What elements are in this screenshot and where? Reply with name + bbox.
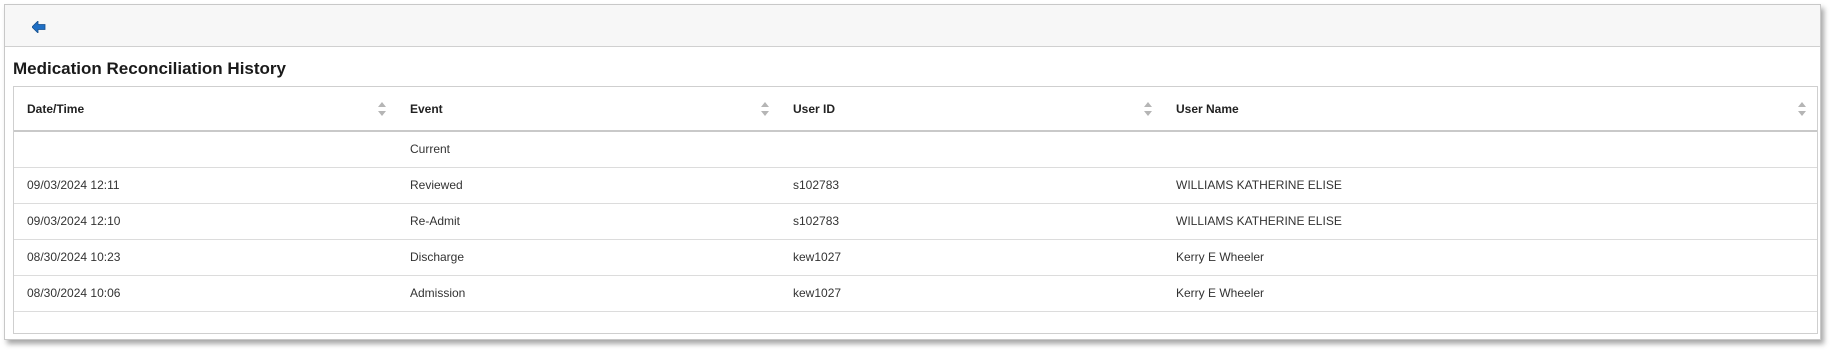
cell-user-name: Kerry E Wheeler (1163, 275, 1817, 312)
cell-user-name: WILLIAMS KATHERINE ELISE (1163, 167, 1817, 204)
cell-user-name: Kerry E Wheeler (1163, 239, 1817, 276)
cell-user-id: s102783 (780, 167, 1163, 204)
sort-icon[interactable] (1143, 101, 1153, 117)
column-header-event[interactable]: Event (397, 87, 780, 132)
back-button[interactable] (27, 17, 51, 37)
cell-datetime: 08/30/2024 10:06 (14, 275, 397, 312)
table-header-row: Date/Time Event User ID User Name (14, 87, 1817, 132)
table-row[interactable]: 09/03/2024 12:10 Re-Admit s102783 WILLIA… (14, 203, 1817, 240)
toolbar (5, 5, 1820, 47)
column-header-user-name[interactable]: User Name (1163, 87, 1817, 132)
column-header-label: Event (410, 101, 443, 116)
cell-user-name (1163, 131, 1817, 168)
table-row[interactable]: Current (14, 131, 1817, 168)
cell-datetime: 09/03/2024 12:11 (14, 167, 397, 204)
table-row[interactable]: 09/03/2024 12:11 Reviewed s102783 WILLIA… (14, 167, 1817, 204)
column-header-label: User ID (793, 101, 836, 116)
table-row[interactable]: 08/30/2024 10:06 Admission kew1027 Kerry… (14, 275, 1817, 312)
sort-icon[interactable] (377, 101, 387, 117)
cell-event: Reviewed (397, 167, 780, 204)
column-header-datetime[interactable]: Date/Time (14, 87, 397, 132)
sort-icon[interactable] (1797, 101, 1807, 117)
cell-user-id: kew1027 (780, 275, 1163, 312)
cell-user-name: WILLIAMS KATHERINE ELISE (1163, 203, 1817, 240)
column-header-label: User Name (1176, 101, 1239, 116)
cell-datetime: 09/03/2024 12:10 (14, 203, 397, 240)
page-title: Medication Reconciliation History (13, 59, 286, 78)
cell-user-id: s102783 (780, 203, 1163, 240)
cell-event: Current (397, 131, 780, 168)
cell-user-id: kew1027 (780, 239, 1163, 276)
history-table: Date/Time Event User ID User Name Curren… (13, 86, 1818, 334)
cell-datetime: 08/30/2024 10:23 (14, 239, 397, 276)
cell-datetime (14, 131, 397, 168)
sort-icon[interactable] (760, 101, 770, 117)
column-header-label: Date/Time (27, 101, 85, 116)
column-header-user-id[interactable]: User ID (780, 87, 1163, 132)
history-window: Medication Reconciliation History Date/T… (4, 4, 1821, 340)
back-arrow-icon (32, 21, 46, 33)
cell-event: Admission (397, 275, 780, 312)
cell-user-id (780, 131, 1163, 168)
cell-event: Discharge (397, 239, 780, 276)
cell-event: Re-Admit (397, 203, 780, 240)
table-row[interactable]: 08/30/2024 10:23 Discharge kew1027 Kerry… (14, 239, 1817, 276)
